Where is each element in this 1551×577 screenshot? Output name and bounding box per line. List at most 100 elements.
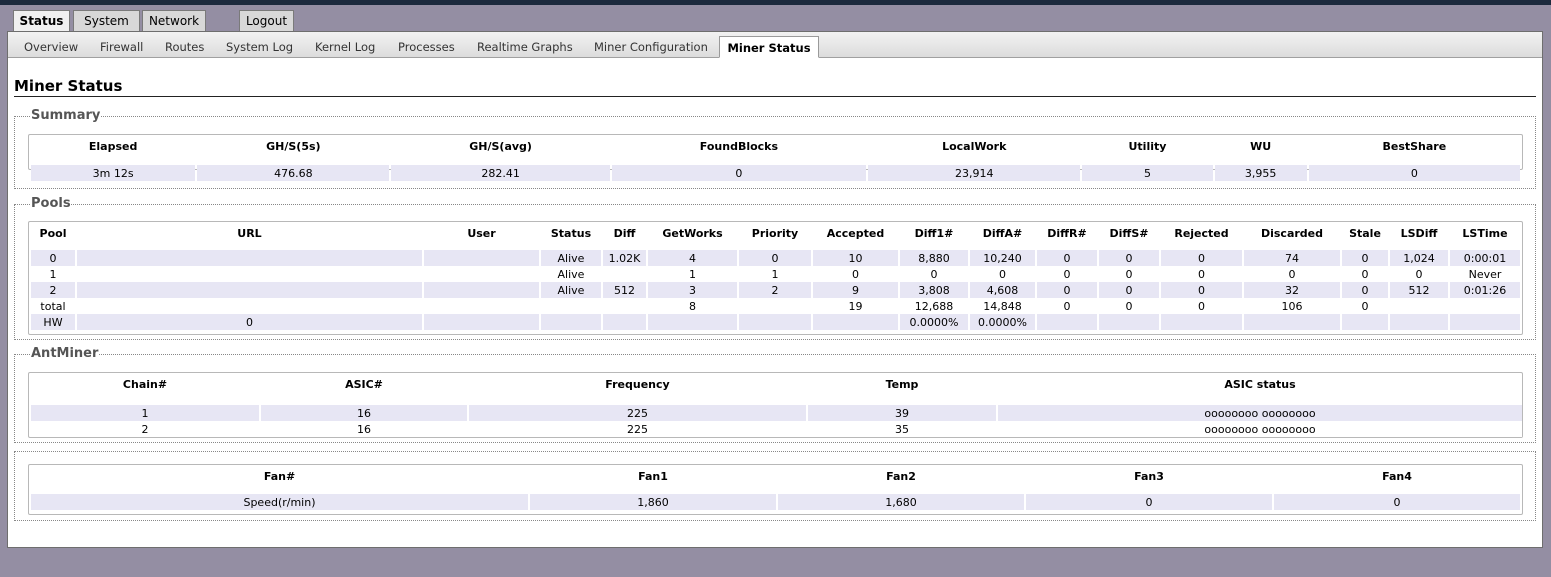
summary-cell: 282.41 xyxy=(391,165,610,181)
pools-header-cell: Rejected xyxy=(1174,226,1229,240)
pools-cell xyxy=(603,298,646,314)
fans-cell: 0 xyxy=(1274,494,1520,510)
pools-cell: 0 xyxy=(1161,266,1242,282)
fans-row: Speed(r/min) 1,860 1,680 0 0 xyxy=(31,494,1520,510)
pools-header-cell: LSDiff xyxy=(1400,226,1438,240)
pools-cell xyxy=(739,298,811,314)
pools-row: HW 0 0.0000% 0.0000% xyxy=(31,314,1520,330)
pools-cell: 0 xyxy=(739,250,811,266)
pools-cell xyxy=(813,314,898,330)
tab-logout[interactable]: Logout xyxy=(239,10,294,31)
subtab-system-log[interactable]: System Log xyxy=(226,36,293,58)
pools-cell: 0 xyxy=(1244,266,1340,282)
fans-header-cell: Fan# xyxy=(263,469,296,483)
subtab-miner-status[interactable]: Miner Status xyxy=(719,36,819,58)
pools-cell: 0.0000% xyxy=(900,314,968,330)
pools-cell xyxy=(1244,314,1340,330)
summary-header-cell: WU xyxy=(1250,139,1272,153)
pools-cell: 0 xyxy=(1037,298,1097,314)
pools-cell: Alive xyxy=(541,282,601,298)
pools-row: 0 Alive 1.02K 4 0 10 8,880 10,240 0 0 0 74 0 1,024 0:0… xyxy=(31,250,1520,266)
pools-cell: 0 xyxy=(1342,282,1388,298)
pools-cell: 0 xyxy=(77,314,422,330)
pools-row: 1 Alive 1 1 0 0 0 0 0 0 0 0 0 Never xyxy=(31,266,1520,282)
title-divider xyxy=(14,96,1536,97)
antminer-header-cell: Frequency xyxy=(605,377,670,391)
pools-header-cell: LSTime xyxy=(1462,226,1508,240)
tab-system[interactable]: System xyxy=(73,10,140,31)
pools-cell: 12,688 xyxy=(900,298,968,314)
pools-row: total 8 19 12,688 14,848 0 0 0 106 0 xyxy=(31,298,1520,314)
pools-cell: 0 xyxy=(1099,250,1159,266)
pools-cell xyxy=(77,250,422,266)
pools-cell xyxy=(1450,298,1520,314)
pools-cell: 74 xyxy=(1244,250,1340,266)
content-panel: Overview Firewall Routes System Log Kern… xyxy=(7,31,1543,548)
row-spacer xyxy=(31,487,1520,494)
summary-table: Elapsed GH/S(5s) GH/S(avg) FoundBlocks Local… xyxy=(29,135,1522,181)
pools-cell xyxy=(77,298,422,314)
fans-section: Fan# Fan1 Fan2 Fan3 Fan4 Speed(r/min) 1,860 1,… xyxy=(14,451,1536,521)
fans-cell: Speed(r/min) xyxy=(31,494,528,510)
subtab-kernel-log[interactable]: Kernel Log xyxy=(315,36,375,58)
antminer-cell: 16 xyxy=(261,421,467,437)
pools-cell xyxy=(424,250,539,266)
subtab-overview[interactable]: Overview xyxy=(24,36,78,58)
summary-cell: 5 xyxy=(1082,165,1213,181)
fans-header-cell: Fan1 xyxy=(638,469,668,483)
pools-cell xyxy=(424,282,539,298)
antminer-cell: 16 xyxy=(261,405,467,421)
pools-cell: 8 xyxy=(648,298,737,314)
pools-header-cell: Discarded xyxy=(1260,226,1324,240)
pools-cell: 0 xyxy=(1099,266,1159,282)
pools-cell xyxy=(739,314,811,330)
pools-header-cell: DiffS# xyxy=(1109,226,1149,240)
row-spacer xyxy=(31,395,1522,405)
pools-header-cell: Diff1# xyxy=(914,226,954,240)
pools-cell: 0.0000% xyxy=(970,314,1035,330)
pools-cell: total xyxy=(31,298,75,314)
page-title: Miner Status xyxy=(14,77,123,95)
summary-header-cell: GH/S(5s) xyxy=(266,139,321,153)
row-spacer xyxy=(31,157,1520,165)
window-top-bar xyxy=(0,0,1551,5)
summary-cell: 0 xyxy=(1308,165,1520,181)
pools-cell: Alive xyxy=(541,266,601,282)
subtab-processes[interactable]: Processes xyxy=(398,36,455,58)
pools-header-cell: User xyxy=(467,226,496,240)
pools-cell: 0 xyxy=(1342,250,1388,266)
pools-cell: 1 xyxy=(31,266,75,282)
antminer-cell: 2 xyxy=(31,421,259,437)
pools-cell xyxy=(1161,314,1242,330)
subtab-routes[interactable]: Routes xyxy=(165,36,204,58)
fans-cell: 1,860 xyxy=(530,494,776,510)
subtab-realtime-graphs[interactable]: Realtime Graphs xyxy=(477,36,573,58)
antminer-section: AntMiner Chain# ASIC# Frequency Temp ASIC st… xyxy=(14,346,1536,443)
antminer-row: 1 16 225 39 oooooooo oooooooo xyxy=(31,405,1522,421)
summary-section: Summary Elapsed GH/S(5s) GH/S(avg) FoundBlo… xyxy=(14,108,1536,189)
pools-cell: 0 xyxy=(1390,266,1448,282)
pools-cell xyxy=(1037,314,1097,330)
antminer-table: Chain# ASIC# Frequency Temp ASIC status 1 16 2… xyxy=(29,373,1524,437)
pools-cell xyxy=(424,266,539,282)
pools-cell xyxy=(77,282,422,298)
pools-cell: 1.02K xyxy=(603,250,646,266)
subtab-firewall[interactable]: Firewall xyxy=(100,36,143,58)
pools-cell: 3,808 xyxy=(900,282,968,298)
pools-cell: 1 xyxy=(648,266,737,282)
antminer-cell: 225 xyxy=(469,421,806,437)
pools-cell xyxy=(1099,314,1159,330)
pools-header-cell: URL xyxy=(237,226,262,240)
pools-cell xyxy=(77,266,422,282)
summary-cell: 3m 12s xyxy=(31,165,196,181)
pools-header-cell: Status xyxy=(550,226,592,240)
antminer-cell: 35 xyxy=(808,421,996,437)
pools-cell: 10 xyxy=(813,250,898,266)
pools-cell: 0 xyxy=(900,266,968,282)
summary-cell: 476.68 xyxy=(197,165,390,181)
antminer-legend: AntMiner xyxy=(31,346,99,361)
fans-cell: 1,680 xyxy=(778,494,1024,510)
tab-status[interactable]: Status xyxy=(13,10,70,32)
subtab-miner-configuration[interactable]: Miner Configuration xyxy=(594,36,708,58)
tab-network[interactable]: Network xyxy=(142,10,206,31)
